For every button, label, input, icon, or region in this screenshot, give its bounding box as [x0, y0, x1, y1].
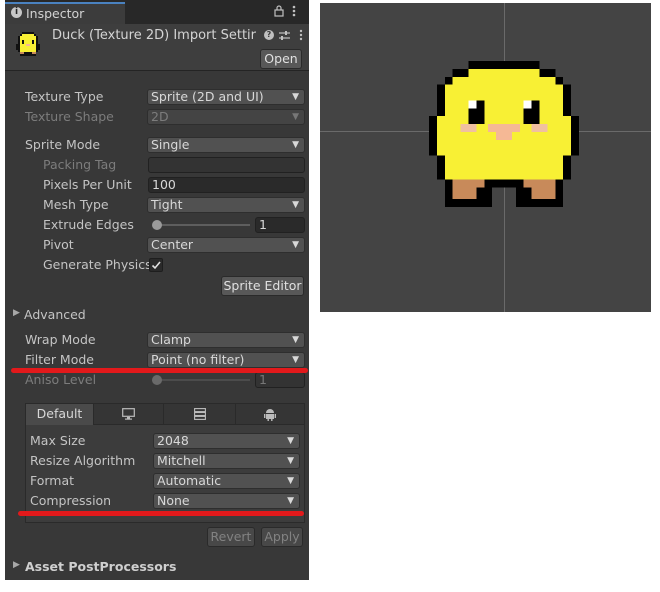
- caret-right-icon: ▶: [13, 308, 20, 318]
- chevron-down-icon: ▼: [292, 112, 299, 122]
- help-icon[interactable]: ?: [264, 30, 274, 40]
- texture-type-dropdown[interactable]: Sprite (2D and UI) ▼: [147, 89, 305, 105]
- compression-value: None: [157, 493, 190, 508]
- format-label: Format: [30, 473, 75, 488]
- platform-tab-standalone[interactable]: [94, 404, 164, 425]
- sprite-mode-value: Single: [151, 137, 190, 152]
- max-size-label: Max Size: [30, 433, 86, 448]
- pivot-value: Center: [151, 237, 194, 252]
- platform-tab-server[interactable]: [164, 404, 236, 425]
- chevron-down-icon: ▼: [292, 140, 299, 150]
- chevron-down-icon: ▼: [292, 355, 299, 365]
- advanced-label: Advanced: [24, 307, 86, 322]
- tab-bar: i Inspector: [5, 0, 309, 24]
- platform-tab-android[interactable]: [236, 404, 304, 425]
- pixels-per-unit-label: Pixels Per Unit: [43, 177, 132, 192]
- extrude-edges-input[interactable]: 1: [255, 217, 305, 233]
- resize-algorithm-label: Resize Algorithm: [30, 453, 136, 468]
- extrude-edges-label: Extrude Edges: [43, 217, 134, 232]
- filter-mode-value: Point (no filter): [151, 352, 245, 367]
- texture-shape-label: Texture Shape: [25, 109, 114, 124]
- lock-icon[interactable]: [274, 5, 284, 17]
- packing-tag-input: [148, 157, 305, 173]
- texture-shape-value: 2D: [151, 109, 169, 124]
- chevron-down-icon: ▼: [292, 92, 299, 102]
- android-icon: [264, 409, 276, 421]
- mesh-type-value: Tight: [151, 197, 183, 212]
- server-icon: [194, 408, 206, 420]
- filter-mode-label: Filter Mode: [25, 352, 94, 367]
- caret-right-icon: ▶: [13, 560, 20, 570]
- info-icon: i: [11, 7, 22, 18]
- revert-button[interactable]: Revert: [207, 527, 255, 547]
- asset-postprocessors-foldout[interactable]: ▶ Asset PostProcessors: [13, 559, 213, 575]
- extrude-edges-slider-track[interactable]: [153, 224, 250, 226]
- compression-label: Compression: [30, 493, 112, 508]
- resize-algorithm-value: Mitchell: [157, 453, 206, 468]
- chevron-down-icon: ▼: [292, 240, 299, 250]
- duck-sprite-image: [429, 61, 579, 207]
- chevron-down-icon: ▼: [287, 496, 294, 506]
- sprite-preview: [320, 3, 651, 312]
- advanced-foldout[interactable]: ▶ Advanced: [13, 307, 153, 323]
- wrap-mode-label: Wrap Mode: [25, 332, 96, 347]
- compression-highlight-line: [18, 511, 304, 516]
- tab-inspector[interactable]: i Inspector: [5, 2, 125, 24]
- resize-algorithm-dropdown[interactable]: Mitchell ▼: [153, 453, 300, 469]
- texture-type-label: Texture Type: [25, 89, 104, 104]
- max-size-value: 2048: [157, 433, 189, 448]
- asset-header: Duck (Texture 2D) Import Settir ? Open: [5, 24, 309, 71]
- platform-tab-default-label: Default: [36, 406, 83, 421]
- pixels-per-unit-input[interactable]: 100: [148, 177, 305, 193]
- preset-sliders-icon[interactable]: [279, 30, 290, 41]
- aniso-level-label: Aniso Level: [25, 372, 97, 387]
- aniso-level-slider-handle: [152, 375, 162, 385]
- inspector-panel: i Inspector Duck (Texture 2D) Import Set…: [5, 0, 309, 580]
- aniso-level-input: 1: [255, 372, 305, 388]
- texture-shape-dropdown: 2D ▼: [147, 109, 305, 125]
- max-size-dropdown[interactable]: 2048 ▼: [153, 433, 300, 449]
- mesh-type-dropdown[interactable]: Tight ▼: [147, 197, 305, 213]
- aniso-level-slider-track: [153, 379, 250, 381]
- format-value: Automatic: [157, 473, 222, 488]
- more-options-icon[interactable]: [299, 29, 303, 41]
- packing-tag-label: Packing Tag: [43, 157, 117, 172]
- chevron-down-icon: ▼: [287, 476, 294, 486]
- checkmark-icon: [151, 261, 161, 270]
- pivot-label: Pivot: [43, 237, 74, 252]
- mesh-type-label: Mesh Type: [43, 197, 109, 212]
- tab-title: Inspector: [26, 6, 85, 21]
- extrude-edges-slider-handle[interactable]: [152, 220, 162, 230]
- chevron-down-icon: ▼: [292, 200, 299, 210]
- pivot-dropdown[interactable]: Center ▼: [147, 237, 305, 253]
- asset-title: Duck (Texture 2D) Import Settir: [52, 28, 257, 43]
- sprite-editor-button[interactable]: Sprite Editor: [221, 276, 304, 296]
- format-dropdown[interactable]: Automatic ▼: [153, 473, 300, 489]
- chevron-down-icon: ▼: [292, 335, 299, 345]
- monitor-icon: [122, 408, 135, 420]
- chevron-down-icon: ▼: [287, 436, 294, 446]
- asset-postprocessors-label: Asset PostProcessors: [25, 559, 177, 574]
- compression-dropdown[interactable]: None ▼: [153, 493, 300, 509]
- open-button[interactable]: Open: [260, 49, 302, 69]
- filter-mode-dropdown[interactable]: Point (no filter) ▼: [147, 352, 305, 368]
- sprite-mode-label: Sprite Mode: [25, 137, 101, 152]
- kebab-menu-icon[interactable]: [292, 5, 296, 17]
- generate-physics-label: Generate Physics: [43, 257, 152, 272]
- chevron-down-icon: ▼: [287, 456, 294, 466]
- platform-tab-default[interactable]: Default: [26, 404, 94, 425]
- texture-type-value: Sprite (2D and UI): [151, 89, 264, 104]
- duck-thumbnail-icon: [16, 32, 40, 56]
- sprite-mode-dropdown[interactable]: Single ▼: [147, 137, 305, 153]
- wrap-mode-dropdown[interactable]: Clamp ▼: [147, 332, 305, 348]
- generate-physics-checkbox[interactable]: [149, 258, 163, 272]
- filter-mode-highlight-line: [11, 368, 308, 373]
- wrap-mode-value: Clamp: [151, 332, 191, 347]
- apply-button[interactable]: Apply: [261, 527, 303, 547]
